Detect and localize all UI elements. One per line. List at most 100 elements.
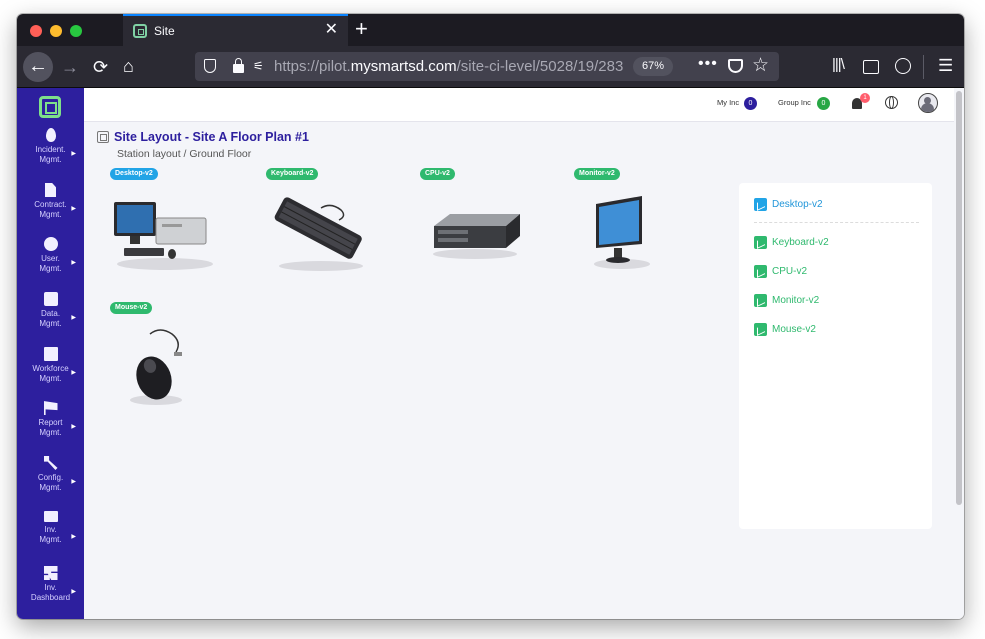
flag-icon <box>43 401 58 415</box>
app-sidebar: Incident. Mgmt. ▶ Contract. Mgmt. ▶ User. M… <box>17 88 84 619</box>
tab-bar: Site ✕ + <box>17 14 964 46</box>
device-tag[interactable]: Mouse-v2 <box>110 302 153 314</box>
puzzle-icon <box>43 292 58 306</box>
share-icon <box>754 294 767 307</box>
mouse-image <box>130 329 182 405</box>
reload-button[interactable]: ⟳ <box>93 58 108 76</box>
url-path: /site-ci-level/5028/19/283 <box>456 58 624 75</box>
sidebar-item-data-mgmt[interactable]: Data. Mgmt. ▶ <box>17 292 84 344</box>
tab-close-icon[interactable]: ✕ <box>325 22 338 38</box>
url-domain: mysmartsd.com <box>350 58 457 75</box>
url-text[interactable]: https://pilot.mysmartsd.com/site-ci-leve… <box>274 58 629 75</box>
desktop-computer-image <box>114 202 213 270</box>
lock-icon[interactable] <box>233 58 244 73</box>
caret-right-icon: ▶ <box>71 370 76 376</box>
globe-icon[interactable] <box>885 96 898 109</box>
pocket-icon[interactable] <box>728 59 743 73</box>
keyboard-image <box>274 197 363 271</box>
zoom-level-badge[interactable]: 67% <box>633 57 673 76</box>
sidebar-item-report-mgmt[interactable]: Report Mgmt. ▶ <box>17 401 84 453</box>
window-close-button[interactable] <box>30 25 42 37</box>
wrench-icon <box>43 456 58 470</box>
document-icon <box>45 183 56 197</box>
caret-right-icon: ▶ <box>71 260 76 266</box>
ci-link-label[interactable]: Mouse-v2 <box>772 324 816 335</box>
ci-link-label[interactable]: Desktop-v2 <box>772 199 823 210</box>
sidebar-toggle-icon[interactable] <box>863 60 879 74</box>
share-icon <box>754 198 767 211</box>
page-scrollbar[interactable] <box>954 88 964 619</box>
divider <box>754 222 919 223</box>
group-inc-count-badge: 0 <box>817 97 830 110</box>
back-button[interactable]: ← <box>23 52 53 82</box>
device-mouse[interactable]: Mouse-v2 <box>110 302 240 417</box>
ci-link-label[interactable]: CPU-v2 <box>772 266 807 277</box>
layout-icon <box>97 131 109 143</box>
home-button[interactable]: ⌂ <box>123 57 134 75</box>
browser-window: Site ✕ + ← → ⟳ ⌂ ⚟ https://pilot.mysmart… <box>17 14 964 619</box>
ci-list-panel: Desktop-v2 Keyboard-v2 CPU-v2 Monitor-v2… <box>739 183 932 529</box>
device-tag[interactable]: Monitor-v2 <box>574 168 620 180</box>
sidebar-item-contract-mgmt[interactable]: Contract. Mgmt. ▶ <box>17 183 84 235</box>
caret-right-icon: ▶ <box>71 424 76 430</box>
monitor-image <box>594 196 650 269</box>
permissions-icon[interactable]: ⚟ <box>253 59 264 73</box>
bookmark-star-icon[interactable]: ☆ <box>752 54 769 77</box>
device-desktop[interactable]: Desktop-v2 <box>110 168 240 283</box>
sidebar-item-user-mgmt[interactable]: User. Mgmt. ▶ <box>17 237 84 289</box>
cpu-tower-image <box>433 214 520 259</box>
avatar[interactable] <box>918 93 938 113</box>
monitor-icon <box>43 511 58 522</box>
page-subtitle: Station layout / Ground Floor <box>117 148 252 160</box>
caret-right-icon: ▶ <box>71 589 76 595</box>
sidebar-item-config-mgmt[interactable]: Config. Mgmt. ▶ <box>17 456 84 508</box>
dashboard-icon <box>43 566 58 580</box>
page-content: Incident. Mgmt. ▶ Contract. Mgmt. ▶ User. M… <box>17 88 964 619</box>
sidebar-item-incident-mgmt[interactable]: Incident. Mgmt. ▶ <box>17 128 84 180</box>
account-icon[interactable] <box>895 58 911 74</box>
library-icon[interactable]: |||\ <box>832 56 845 73</box>
my-inc-count-badge: 0 <box>744 97 757 110</box>
notification-count-badge: 1 <box>860 93 870 103</box>
address-bar[interactable]: ⚟ https://pilot.mysmartsd.com/site-ci-le… <box>195 52 779 81</box>
brand-logo-icon[interactable] <box>39 96 61 118</box>
url-prefix: https://pilot. <box>274 58 351 75</box>
caret-right-icon: ▶ <box>71 206 76 212</box>
window-maximize-button[interactable] <box>70 25 82 37</box>
page-actions-menu-icon[interactable]: ••• <box>698 55 718 73</box>
my-inc-link[interactable]: My Inc <box>717 98 739 107</box>
ci-link-label[interactable]: Monitor-v2 <box>772 295 819 306</box>
sidebar-item-inv-dashboard[interactable]: Inv. Dashboard ▶ <box>17 566 84 618</box>
device-tag[interactable]: Keyboard-v2 <box>266 168 319 180</box>
forward-button[interactable]: → <box>61 58 79 76</box>
device-monitor[interactable]: Monitor-v2 <box>574 168 704 283</box>
device-tag[interactable]: Desktop-v2 <box>110 168 158 180</box>
tab-site[interactable]: Site ✕ <box>123 14 348 46</box>
caret-right-icon: ▶ <box>71 315 76 321</box>
browser-toolbar: ← → ⟳ ⌂ ⚟ https://pilot.mysmartsd.com/si… <box>17 46 964 88</box>
tab-title: Site <box>154 24 175 38</box>
site-favicon-icon <box>133 24 147 38</box>
sidebar-item-workforce-mgmt[interactable]: Workforce Mgmt. ▶ <box>17 347 84 399</box>
sidebar-item-inv-mgmt[interactable]: Inv. Mgmt. ▶ <box>17 511 84 563</box>
caret-right-icon: ▶ <box>71 151 76 157</box>
device-tag[interactable]: CPU-v2 <box>420 168 455 180</box>
scrollbar-thumb[interactable] <box>956 91 962 505</box>
device-cpu[interactable]: CPU-v2 <box>420 168 550 283</box>
calendar-icon <box>43 347 58 361</box>
tracking-protection-shield-icon[interactable] <box>204 59 216 73</box>
caret-right-icon: ▶ <box>71 534 76 540</box>
device-keyboard[interactable]: Keyboard-v2 <box>266 168 396 283</box>
toolbar-separator <box>923 55 924 79</box>
top-navbar: My Inc 0 Group Inc 0 1 <box>84 88 954 122</box>
page-title: Site Layout - Site A Floor Plan #1 <box>114 130 309 144</box>
window-minimize-button[interactable] <box>50 25 62 37</box>
caret-right-icon: ▶ <box>71 479 76 485</box>
share-icon <box>754 265 767 278</box>
group-inc-link[interactable]: Group Inc <box>778 98 811 107</box>
hamburger-menu-icon[interactable]: ☰ <box>938 56 953 76</box>
share-icon <box>754 236 767 249</box>
ci-link-label[interactable]: Keyboard-v2 <box>772 237 829 248</box>
new-tab-button[interactable]: + <box>355 18 368 40</box>
fire-icon <box>45 128 56 142</box>
